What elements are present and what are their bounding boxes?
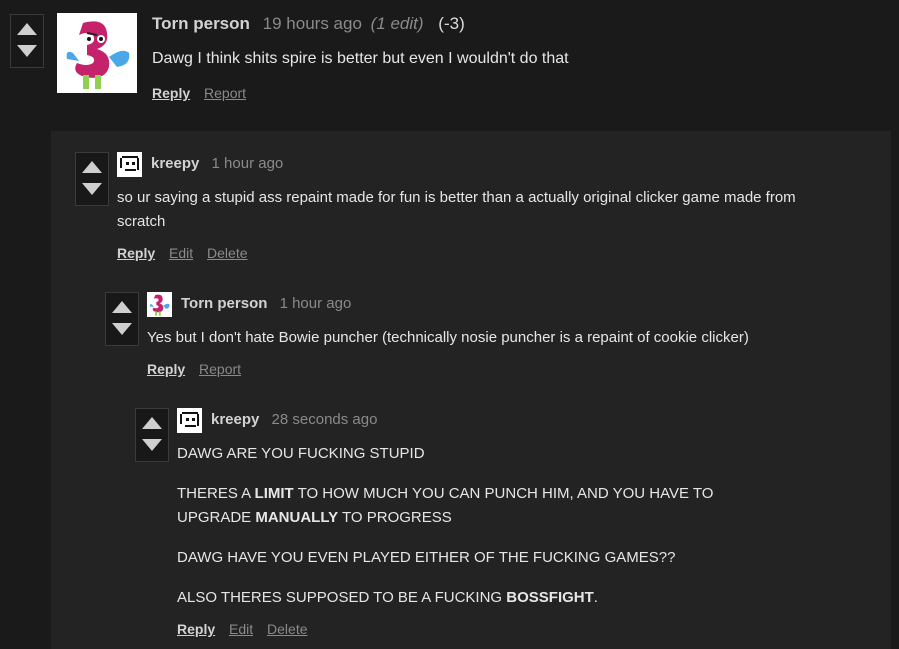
timestamp[interactable]: 1 hour ago [212,155,284,172]
vote-box [135,408,169,462]
comment-body: so ur saying a stupid ass repaint made f… [117,186,837,234]
report-link[interactable]: Report [204,85,246,101]
comment-paragraph: Dawg I think shits spire is better but e… [152,50,569,67]
vote-box [10,14,44,68]
text-run: . [593,589,598,606]
upvote-icon[interactable] [82,161,102,173]
comment-paragraph: Yes but I don't hate Bowie puncher (tech… [147,329,749,346]
reply-link[interactable]: Reply [147,361,185,377]
downvote-icon[interactable] [112,323,132,335]
vote-box [105,292,139,346]
delete-link[interactable]: Delete [207,245,247,261]
timestamp[interactable]: 19 hours ago [263,14,362,33]
comment-actions: Reply Report [152,85,256,101]
avatar-kreepy[interactable] [177,408,202,433]
downvote-icon[interactable] [17,45,37,57]
upvote-icon[interactable] [142,417,162,429]
edit-link[interactable]: Edit [169,245,193,261]
username[interactable]: Torn person [152,14,250,33]
comment-meta: Torn person 1 hour ago [181,295,351,312]
reply-link[interactable]: Reply [152,85,190,101]
comment-paragraph: so ur saying a stupid ass repaint made f… [117,189,796,230]
timestamp[interactable]: 28 seconds ago [272,411,378,428]
avatar-torn-person[interactable] [57,13,137,93]
text-run: TO PROGRESS [338,509,452,526]
pixel-face-icon [177,408,202,433]
edit-link[interactable]: Edit [229,621,253,637]
vote-box [75,152,109,206]
comment-actions: Reply Report [147,361,251,377]
comment-paragraph: THERES A LIMIT TO HOW MUCH YOU CAN PUNCH… [177,482,777,530]
comment-paragraph: ALSO THERES SUPPOSED TO BE A FUCKING BOS… [177,586,777,610]
downvote-icon[interactable] [82,183,102,195]
pink-monster-icon [147,292,172,317]
delete-link[interactable]: Delete [267,621,307,637]
upvote-icon[interactable] [112,301,132,313]
reply-link[interactable]: Reply [117,245,155,261]
avatar-kreepy[interactable] [117,152,142,177]
username[interactable]: kreepy [211,411,259,428]
comment-body: Dawg I think shits spire is better but e… [152,47,872,71]
text-run: ALSO THERES SUPPOSED TO BE A FUCKING [177,589,507,606]
bold-text: BOSSFIGHT [506,589,594,606]
comment-body: Yes but I don't hate Bowie puncher (tech… [147,326,867,350]
avatar-torn-person[interactable] [147,292,172,317]
comment-meta: kreepy 1 hour ago [151,155,283,172]
edit-note: (1 edit) [370,14,424,33]
upvote-icon[interactable] [17,23,37,35]
comment-meta: Torn person 19 hours ago (1 edit) (-3) [152,14,465,34]
text-run: THERES A [177,485,255,502]
score: (-3) [438,14,465,33]
comment-actions: Reply Edit Delete [177,621,318,637]
reply-link[interactable]: Reply [177,621,215,637]
username[interactable]: kreepy [151,155,199,172]
comment-meta: kreepy 28 seconds ago [211,411,377,428]
bold-text: LIMIT [254,485,294,502]
bold-text: MANUALLY [255,509,339,526]
comment-paragraph: DAWG HAVE YOU EVEN PLAYED EITHER OF THE … [177,549,676,566]
comment-paragraph: DAWG ARE YOU FUCKING STUPID [177,445,425,462]
timestamp[interactable]: 1 hour ago [280,295,352,312]
pixel-face-icon [117,152,142,177]
downvote-icon[interactable] [142,439,162,451]
pink-monster-icon [57,13,137,93]
username[interactable]: Torn person [181,295,267,312]
report-link[interactable]: Report [199,361,241,377]
comment-body: DAWG ARE YOU FUCKING STUPID THERES A LIM… [177,442,777,610]
comment-actions: Reply Edit Delete [117,245,258,261]
